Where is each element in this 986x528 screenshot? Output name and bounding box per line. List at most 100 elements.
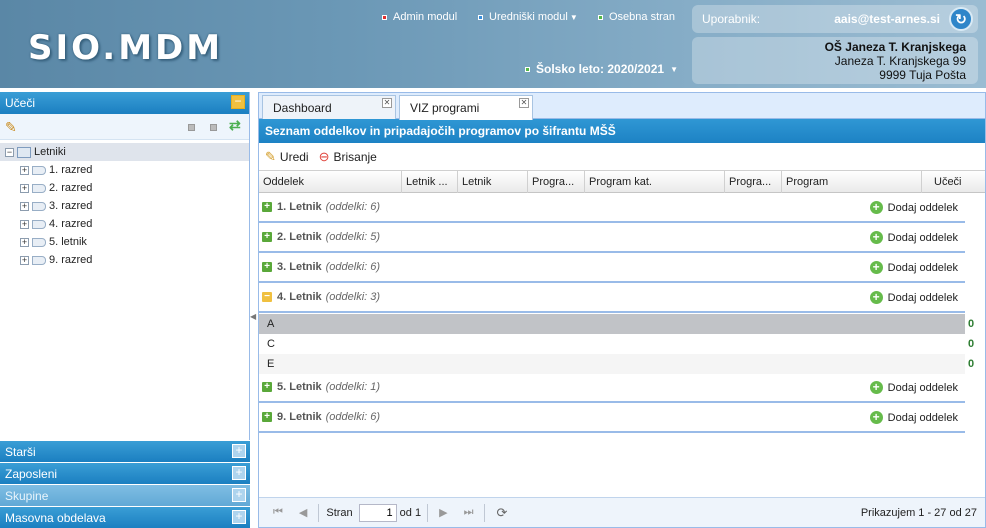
next-page-icon[interactable]: ▶: [439, 506, 447, 519]
col-program-short-2[interactable]: Progra...: [725, 171, 782, 193]
last-page-icon[interactable]: ⏭: [464, 506, 474, 519]
expand-icon[interactable]: +: [20, 219, 29, 229]
table-row[interactable]: A: [259, 314, 965, 334]
group-row[interactable]: + 2. Letnik (oddelki: 5) + Dodaj oddelek: [259, 223, 965, 253]
tree-root[interactable]: − Letniki: [0, 143, 249, 161]
add-department-button[interactable]: + Dodaj oddelek: [869, 411, 958, 424]
delete-label: Brisanje: [333, 149, 377, 164]
bullet-icon: [525, 66, 530, 72]
collapse-icon[interactable]: −: [5, 147, 14, 157]
menu-admin-module[interactable]: Admin modul: [382, 11, 457, 23]
school-name: OŠ Janeza T. Kranjskega: [824, 40, 966, 54]
expand-icon[interactable]: +: [20, 237, 29, 247]
col-program[interactable]: Program: [782, 171, 922, 193]
expand-icon[interactable]: +: [20, 165, 29, 175]
prev-page-icon[interactable]: ◀: [299, 506, 307, 519]
group-row[interactable]: + 3. Letnik (oddelki: 6) + Dodaj oddelek: [259, 253, 965, 283]
expand-icon[interactable]: +: [262, 202, 272, 212]
tab-viz-programi[interactable]: VIZ programi ✕: [399, 95, 533, 120]
tree-item[interactable]: + 1. razred: [0, 161, 249, 179]
group-name: 4. Letnik: [277, 291, 322, 303]
logo: SIO.MDM: [28, 28, 224, 68]
tag-icon: [32, 237, 46, 247]
sidebar-section-skupine[interactable]: Skupine +: [0, 484, 250, 506]
add-department-button[interactable]: + Dodaj oddelek: [869, 201, 958, 214]
tab-bar: Dashboard ✕ VIZ programi ✕: [259, 93, 985, 120]
table-row[interactable]: E: [259, 354, 965, 374]
collapse-icon[interactable]: −: [231, 95, 245, 109]
school-year-selector[interactable]: Šolsko leto: 2020/2021 ▼: [525, 62, 678, 76]
sidebar-header-ucenci[interactable]: Učeči −: [0, 92, 249, 114]
tag-icon: [32, 201, 46, 211]
logout-icon[interactable]: ↻: [949, 7, 973, 31]
group-name: 9. Letnik: [277, 411, 322, 423]
expand-icon[interactable]: +: [262, 412, 272, 422]
expand-icon[interactable]: +: [20, 255, 29, 265]
expand-icon[interactable]: +: [232, 488, 246, 502]
cell-ucenci: 0: [968, 338, 975, 350]
refresh-icon[interactable]: ⟳: [496, 505, 507, 521]
wand-icon[interactable]: ✎: [5, 119, 17, 136]
add-label: Dodaj oddelek: [887, 411, 958, 424]
page-label: Stran: [326, 506, 353, 519]
expand-icon[interactable]: +: [232, 510, 246, 524]
add-department-button[interactable]: + Dodaj oddelek: [869, 381, 958, 394]
sidebar-section-masovna-obdelava[interactable]: Masovna obdelava +: [0, 506, 250, 528]
user-email: aais@test-arnes.si: [834, 12, 940, 26]
expand-icon[interactable]: +: [20, 201, 29, 211]
expand-icon[interactable]: +: [262, 232, 272, 242]
tree-item[interactable]: + 3. razred: [0, 197, 249, 215]
tree-item[interactable]: + 2. razred: [0, 179, 249, 197]
tree-item[interactable]: + 9. razred: [0, 251, 249, 269]
group-row[interactable]: − 4. Letnik (oddelki: 3) + Dodaj oddelek: [259, 283, 965, 313]
collapse-sidebar-handle[interactable]: ◀: [250, 312, 256, 324]
menu-editor-module[interactable]: Uredniški modul ▼: [478, 11, 578, 23]
delete-button[interactable]: ⊖ Brisanje: [319, 149, 377, 165]
refresh-icon[interactable]: ⇄: [229, 117, 241, 134]
expand-icon[interactable]: +: [232, 444, 246, 458]
expand-icon[interactable]: +: [262, 262, 272, 272]
sidebar-sections: Starši + Zaposleni + Skupine + Masovna o…: [0, 440, 250, 528]
col-ucenci[interactable]: Učeči: [922, 171, 985, 193]
page-input[interactable]: [358, 503, 397, 522]
collapse-all-icon[interactable]: [188, 124, 195, 131]
add-icon: +: [869, 381, 883, 394]
group-row[interactable]: + 1. Letnik (oddelki: 6) + Dodaj oddelek: [259, 193, 965, 223]
close-icon[interactable]: ✕: [519, 98, 529, 108]
add-icon: +: [869, 291, 883, 304]
tab-dashboard[interactable]: Dashboard ✕: [262, 95, 396, 119]
group-row[interactable]: + 9. Letnik (oddelki: 6) + Dodaj oddelek: [259, 403, 965, 433]
add-label: Dodaj oddelek: [887, 261, 958, 274]
tree-item-label: 9. razred: [49, 254, 93, 266]
sidebar-section-starsi[interactable]: Starši +: [0, 440, 250, 462]
table-row[interactable]: C: [259, 334, 965, 354]
edit-button[interactable]: ✎ Uredi: [265, 149, 309, 165]
expand-icon[interactable]: +: [20, 183, 29, 193]
group-row[interactable]: + 5. Letnik (oddelki: 1) + Dodaj oddelek: [259, 373, 965, 403]
menu-personal-page[interactable]: Osebna stran: [598, 11, 675, 23]
school-street: Janeza T. Kranjskega 99: [834, 54, 966, 68]
expand-icon[interactable]: +: [232, 466, 246, 480]
group-count: (oddelki: 6): [325, 261, 381, 273]
tree-item[interactable]: + 5. letnik: [0, 233, 249, 251]
add-label: Dodaj oddelek: [887, 291, 958, 304]
col-program-kat[interactable]: Program kat.: [585, 171, 725, 193]
col-program-short-1[interactable]: Progra...: [528, 171, 585, 193]
add-department-button[interactable]: + Dodaj oddelek: [869, 291, 958, 304]
sidebar-section-label: Zaposleni: [5, 467, 58, 481]
collapse-icon[interactable]: −: [262, 292, 272, 302]
col-letnik[interactable]: Letnik: [458, 171, 528, 193]
col-oddelek[interactable]: Oddelek: [259, 171, 402, 193]
caret-down-icon: ▼: [569, 12, 578, 22]
sidebar-section-zaposleni[interactable]: Zaposleni +: [0, 462, 250, 484]
close-icon[interactable]: ✕: [382, 98, 392, 108]
tree-root-label: Letniki: [34, 146, 66, 158]
first-page-icon[interactable]: ⏮: [273, 506, 283, 519]
expand-icon[interactable]: +: [262, 382, 272, 392]
expand-all-icon[interactable]: [210, 124, 217, 131]
col-letnik-short[interactable]: Letnik ...: [402, 171, 458, 193]
add-department-button[interactable]: + Dodaj oddelek: [869, 261, 958, 274]
tree-item[interactable]: + 4. razred: [0, 215, 249, 233]
add-department-button[interactable]: + Dodaj oddelek: [869, 231, 958, 244]
folder-icon: [17, 146, 31, 158]
